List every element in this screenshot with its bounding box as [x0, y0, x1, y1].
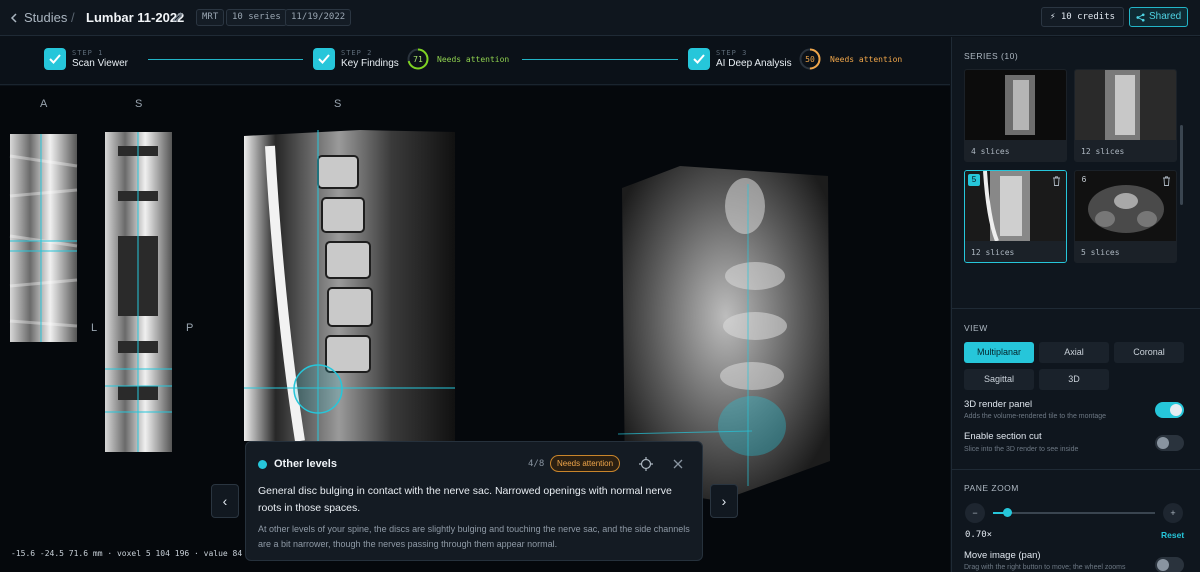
pan-toggle[interactable]: [1155, 557, 1184, 572]
thumbnail-label: 4 slices: [971, 147, 1010, 156]
step-name: AI Deep Analysis: [716, 58, 792, 69]
shared-button[interactable]: Shared: [1129, 7, 1189, 27]
finding-counter: 4/8: [528, 459, 545, 469]
step-number: STEP 1: [72, 49, 104, 57]
next-finding-button[interactable]: ›: [710, 484, 738, 518]
section-divider: [951, 308, 1200, 309]
series-section-title: SERIES (10): [964, 51, 1019, 61]
trash-icon[interactable]: [1162, 176, 1171, 186]
score-value: 71: [413, 55, 423, 64]
top-bar: Studies / Lumbar 11-2022 MRT 10 series 1…: [0, 0, 1200, 36]
bolt-icon: ⚡: [1050, 12, 1056, 22]
finding-status-dot: [258, 460, 267, 469]
credits-badge[interactable]: ⚡ 10 credits: [1041, 7, 1125, 27]
shared-label: Shared: [1149, 11, 1182, 22]
finding-title: Other levels: [274, 458, 337, 470]
section-divider: [951, 469, 1200, 470]
finding-card: Other levels 4/8 Needs attention General…: [245, 441, 703, 561]
zoom-out-button[interactable]: −: [965, 503, 985, 523]
series-number: 5: [968, 174, 980, 186]
credits-label: 10 credits: [1060, 12, 1116, 22]
prev-finding-button[interactable]: ‹: [211, 484, 239, 518]
score-value: 50: [805, 55, 815, 64]
thumbnail-image: [1075, 70, 1176, 140]
step-number: STEP 3: [716, 49, 748, 57]
date-chip: 11/19/2022: [285, 9, 352, 26]
crosshair-icon[interactable]: [639, 457, 653, 471]
thumbnail-image: [965, 70, 1066, 140]
breadcrumb-separator: /: [71, 10, 75, 25]
render-panel-label: 3D render panel: [964, 399, 1033, 410]
step-name: Scan Viewer: [72, 58, 128, 69]
orientation-label-s: S: [334, 98, 342, 110]
view-section-title: VIEW: [964, 323, 988, 333]
view-axial-button[interactable]: Axial: [1039, 342, 1109, 363]
modality-chip: MRT: [196, 9, 225, 26]
view-multiplanar-button[interactable]: Multiplanar: [964, 342, 1034, 363]
finding-explanation: At other levels of your spine, the discs…: [258, 524, 690, 549]
trash-icon[interactable]: [1052, 176, 1061, 186]
finding-summary: General disc bulging in contact with the…: [258, 485, 672, 514]
focus-circle: [293, 364, 343, 414]
series-count-chip: 10 series: [226, 9, 287, 26]
view-coronal-button[interactable]: Coronal: [1114, 342, 1184, 363]
voxel-readout: -15.6 -24.5 71.6 mm · voxel 5 104 196 · …: [11, 549, 243, 558]
check-icon: [688, 48, 710, 70]
focus-blob: [718, 396, 786, 456]
render-panel-hint: Adds the volume-rendered tile to the mon…: [964, 413, 1107, 420]
zoom-slider-track[interactable]: [993, 512, 1155, 514]
status-badge: Needs attention: [550, 455, 621, 472]
series-scrollbar[interactable]: [1180, 125, 1183, 205]
series-thumbnail[interactable]: 12 slices: [1074, 69, 1177, 162]
step-status: Needs attention: [830, 55, 903, 64]
step-key-findings[interactable]: STEP 2 Key Findings: [313, 48, 399, 70]
orientation-label-p: P: [186, 322, 194, 334]
section-cut-label: Enable section cut: [964, 431, 1042, 442]
step-connector: [522, 59, 678, 60]
orientation-label-s: S: [135, 98, 143, 110]
view-sagittal-button[interactable]: Sagittal: [964, 369, 1034, 390]
zoom-reset-button[interactable]: Reset: [1161, 530, 1184, 540]
thumbnail-label: 5 slices: [1081, 248, 1120, 257]
zoom-section-title: PANE ZOOM: [964, 483, 1019, 493]
view-3d-button[interactable]: 3D: [1039, 369, 1109, 390]
share-icon: [1136, 12, 1145, 22]
series-thumbnail[interactable]: 4 slices: [964, 69, 1067, 162]
study-title: Lumbar 11-2022: [86, 10, 185, 25]
orientation-label-a: A: [40, 98, 48, 110]
check-icon: [313, 48, 335, 70]
zoom-in-button[interactable]: +: [1163, 503, 1183, 523]
series-number: 6: [1081, 175, 1087, 184]
step-scan-viewer[interactable]: STEP 1 Scan Viewer: [44, 48, 128, 70]
pan-label: Move image (pan): [964, 550, 1041, 561]
step-name: Key Findings: [341, 58, 399, 69]
back-link[interactable]: Studies: [10, 10, 67, 25]
zoom-slider-handle[interactable]: [1003, 508, 1012, 517]
pan-hint: Drag with the right button to move; the …: [964, 564, 1126, 571]
step-status: Needs attention: [437, 55, 510, 64]
section-cut-toggle[interactable]: [1155, 435, 1184, 451]
thumbnail-label: 12 slices: [971, 248, 1015, 257]
step-connector: [148, 59, 303, 60]
thumbnail-label: 12 slices: [1081, 147, 1125, 156]
back-label: Studies: [24, 10, 68, 25]
render-panel-toggle[interactable]: [1155, 402, 1184, 418]
check-icon: [44, 48, 66, 70]
series-thumbnail-selected[interactable]: 5 12 slices: [964, 170, 1067, 263]
close-icon[interactable]: [673, 459, 683, 469]
step-number: STEP 2: [341, 49, 373, 57]
step-ai-deep-analysis[interactable]: STEP 3 AI Deep Analysis: [688, 48, 792, 70]
section-cut-hint: Slice into the 3D render to see inside: [964, 446, 1079, 453]
orientation-label-l: L: [91, 322, 98, 334]
pencil-icon[interactable]: [172, 11, 184, 23]
series-thumbnail[interactable]: 6 5 slices: [1074, 170, 1177, 263]
workflow-stepper: STEP 1 Scan Viewer STEP 2 Key Findings 7…: [0, 37, 950, 85]
zoom-value: 0.70×: [965, 530, 993, 540]
chevron-left-icon: [10, 12, 17, 23]
